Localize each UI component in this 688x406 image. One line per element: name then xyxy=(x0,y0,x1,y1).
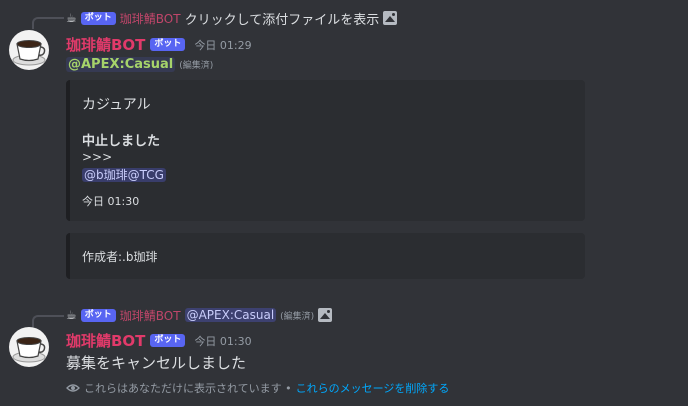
ephemeral-notice: これらはあなただけに表示されています • これらのメッセージを削除する xyxy=(66,380,449,396)
embed-user-mention-wrap: @b珈琲@TCG xyxy=(82,166,166,183)
coffee-cup-icon: ☕ xyxy=(66,11,77,25)
embed-status: 中止しました xyxy=(82,134,161,149)
timestamp[interactable]: 今日 01:30 xyxy=(194,333,251,349)
bot-badge: ボット xyxy=(80,11,116,25)
coffee-cup-icon xyxy=(12,337,46,363)
delete-messages-link[interactable]: これらのメッセージを削除する xyxy=(296,380,450,396)
message-header: 珈琲鯖BOT ボット 今日 01:29 xyxy=(66,34,252,55)
message-content: 募集をキャンセルしました xyxy=(66,354,247,372)
bot-badge: ボット xyxy=(150,334,186,347)
reply-preview[interactable]: ☕ ボット 珈琲鯖BOT @APEX:Casual (編集済) xyxy=(66,306,333,324)
embed-creator-text: 作成者:.b珈琲 xyxy=(82,250,158,264)
message-header: 珈琲鯖BOT ボット 今日 01:30 xyxy=(66,330,252,351)
ephemeral-text: これらはあなただけに表示されています • xyxy=(84,382,292,395)
message-content: @APEX:Casual (編集済) xyxy=(66,57,213,72)
reply-author[interactable]: 珈琲鯖BOT xyxy=(120,10,181,27)
bot-badge: ボット xyxy=(150,38,186,51)
avatar[interactable] xyxy=(9,30,49,70)
author-name[interactable]: 珈琲鯖BOT xyxy=(66,34,145,55)
coffee-cup-icon xyxy=(12,40,46,66)
coffee-cup-icon: ☕ xyxy=(66,308,77,322)
edited-label: (編集済) xyxy=(179,61,214,71)
reply-spine xyxy=(32,315,64,327)
reply-preview[interactable]: ☕ ボット 珈琲鯖BOT クリックして添付ファイルを表示 xyxy=(66,9,398,28)
reply-text[interactable]: クリックして添付ファイルを表示 xyxy=(185,9,380,28)
reply-spine xyxy=(32,17,64,29)
user-mention[interactable]: @b珈琲@TCG xyxy=(82,168,166,182)
image-icon xyxy=(318,308,333,322)
reply-author[interactable]: 珈琲鯖BOT xyxy=(120,307,181,324)
timestamp[interactable]: 今日 01:29 xyxy=(194,37,251,53)
bot-badge: ボット xyxy=(80,308,116,322)
author-name[interactable]: 珈琲鯖BOT xyxy=(66,330,145,351)
role-mention[interactable]: @APEX:Casual xyxy=(66,57,176,72)
embed-time: 今日 01:30 xyxy=(82,195,140,208)
embed-arrows: >>> xyxy=(82,150,113,164)
avatar[interactable] xyxy=(9,327,49,367)
role-mention[interactable]: @APEX:Casual xyxy=(184,308,277,322)
edited-label: (編集済) xyxy=(280,311,315,322)
embed-creator: 作成者:.b珈琲 xyxy=(66,233,585,279)
embed-recruit: カジュアル 中止しました >>> @b珈琲@TCG 今日 01:30 xyxy=(66,80,585,221)
image-icon xyxy=(383,11,398,25)
eye-icon xyxy=(66,384,80,392)
embed-title: カジュアル xyxy=(82,97,151,113)
